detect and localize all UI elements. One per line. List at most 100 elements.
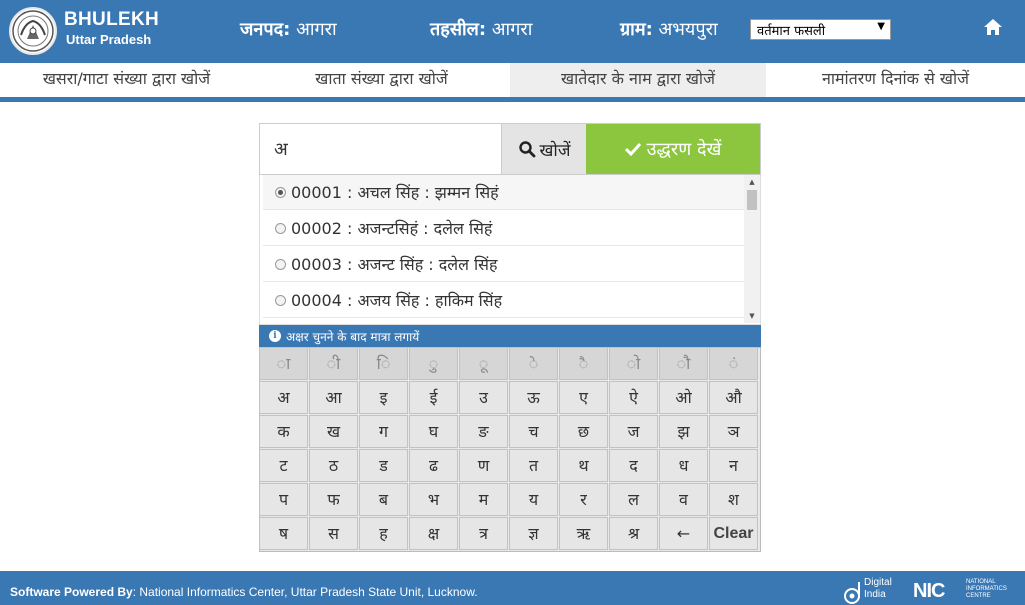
letter-key[interactable]: ह bbox=[359, 517, 408, 550]
radio[interactable] bbox=[275, 294, 286, 306]
letter-key[interactable]: ख bbox=[309, 415, 358, 448]
backspace-arrow-icon[interactable]: ← bbox=[659, 517, 708, 550]
matra-key[interactable]: ा bbox=[259, 347, 308, 380]
up-emblem-logo[interactable] bbox=[9, 7, 57, 55]
letter-key[interactable]: ई bbox=[409, 381, 458, 414]
results-scrollbar[interactable]: ▲ ▼ bbox=[744, 175, 760, 323]
radio-selected[interactable] bbox=[275, 186, 286, 198]
letter-key[interactable]: श bbox=[709, 483, 758, 516]
letter-key[interactable]: न bbox=[709, 449, 758, 482]
di-line1: Digital bbox=[864, 577, 892, 588]
letter-key[interactable]: इ bbox=[359, 381, 408, 414]
letter-key[interactable]: व bbox=[659, 483, 708, 516]
scroll-down-arrow-icon[interactable]: ▼ bbox=[744, 309, 760, 323]
letter-key[interactable]: ड bbox=[359, 449, 408, 482]
season-select[interactable]: वर्तमान फसली ▼ bbox=[750, 19, 891, 40]
matra-key[interactable]: ु bbox=[409, 347, 458, 380]
letter-key[interactable]: छ bbox=[559, 415, 608, 448]
digital-india-text: Digital India bbox=[864, 577, 892, 601]
letter-key[interactable]: ऐ bbox=[609, 381, 658, 414]
tehsil-info: तहसील: आगरा bbox=[430, 17, 532, 41]
brand: BHULEKH Uttar Pradesh bbox=[64, 9, 159, 47]
letter-key[interactable]: फ bbox=[309, 483, 358, 516]
letter-key[interactable]: ओ bbox=[659, 381, 708, 414]
matra-key[interactable]: ौ bbox=[659, 347, 708, 380]
letter-key[interactable]: ङ bbox=[459, 415, 508, 448]
matra-key[interactable]: ै bbox=[559, 347, 608, 380]
letter-key[interactable]: ब bbox=[359, 483, 408, 516]
district-label: जनपद: bbox=[240, 19, 291, 40]
matra-key[interactable]: ं bbox=[709, 347, 758, 380]
letter-key[interactable]: क्ष bbox=[409, 517, 458, 550]
letter-key[interactable]: भ bbox=[409, 483, 458, 516]
letter-key[interactable]: त्र bbox=[459, 517, 508, 550]
owner-name-input[interactable] bbox=[260, 124, 501, 174]
search-row: खोजें उद्धरण देखें bbox=[259, 123, 761, 175]
letter-key[interactable]: ज bbox=[609, 415, 658, 448]
letter-key[interactable]: य bbox=[509, 483, 558, 516]
dropdown-arrow-icon: ▼ bbox=[877, 21, 885, 32]
letter-key[interactable]: ठ bbox=[309, 449, 358, 482]
letter-key[interactable]: ध bbox=[659, 449, 708, 482]
view-extract-button[interactable]: उद्धरण देखें bbox=[586, 124, 760, 174]
letter-key[interactable]: घ bbox=[409, 415, 458, 448]
letter-key[interactable]: ऋ bbox=[559, 517, 608, 550]
letter-key[interactable]: प bbox=[259, 483, 308, 516]
letter-key[interactable]: ज्ञ bbox=[509, 517, 558, 550]
letter-key[interactable]: ण bbox=[459, 449, 508, 482]
season-selected-value: वर्तमान फसली bbox=[757, 24, 826, 39]
tab-owner-name-search[interactable]: खातेदार के नाम द्वारा खोजें bbox=[510, 63, 766, 97]
brand-title: BHULEKH bbox=[64, 9, 159, 30]
letter-key[interactable]: आ bbox=[309, 381, 358, 414]
letter-key[interactable]: त bbox=[509, 449, 558, 482]
search-button[interactable]: खोजें bbox=[501, 124, 586, 174]
scroll-up-arrow-icon[interactable]: ▲ bbox=[744, 175, 760, 189]
letter-key[interactable]: औ bbox=[709, 381, 758, 414]
scrollbar-thumb[interactable] bbox=[747, 190, 757, 210]
letter-key[interactable]: ञ bbox=[709, 415, 758, 448]
letter-key[interactable]: अ bbox=[259, 381, 308, 414]
matra-key[interactable]: ू bbox=[459, 347, 508, 380]
letter-key[interactable]: म bbox=[459, 483, 508, 516]
nic-logo: NIC bbox=[913, 580, 945, 602]
tab-khata-search[interactable]: खाता संख्या द्वारा खोजें bbox=[253, 63, 510, 97]
matra-key[interactable]: ी bbox=[309, 347, 358, 380]
tab-mutation-date-search[interactable]: नामांतरण दिनांक से खोजें bbox=[766, 63, 1025, 97]
letter-key[interactable]: क bbox=[259, 415, 308, 448]
village-label: ग्राम: bbox=[620, 19, 653, 40]
letter-key[interactable]: ल bbox=[609, 483, 658, 516]
hindi-keyboard: ाीिुूेैोौं अ आ इ ई उ ऊ ए ऐ ओ औ क ख ग घ ङ च छ ज झ ञ ट ठ ड ढ ण त थ द ध न… bbox=[259, 347, 761, 552]
results-list: 00001 : अचल सिंह : झम्मन सिहं 00002 : अज… bbox=[259, 175, 761, 325]
home-icon[interactable] bbox=[982, 16, 1004, 38]
info-icon: i bbox=[269, 330, 281, 342]
matra-key[interactable]: े bbox=[509, 347, 558, 380]
letter-key[interactable]: ट bbox=[259, 449, 308, 482]
tehsil-value: आगरा bbox=[491, 19, 533, 40]
village-value: अभयपुरा bbox=[658, 19, 718, 40]
letter-key[interactable]: ष bbox=[259, 517, 308, 550]
letter-key[interactable]: र bbox=[559, 483, 608, 516]
letter-key[interactable]: थ bbox=[559, 449, 608, 482]
keyboard-hint: i अक्षर चुनने के बाद मात्रा लगायें bbox=[259, 325, 761, 347]
clear-key[interactable]: Clear bbox=[709, 517, 758, 550]
radio[interactable] bbox=[275, 258, 286, 270]
letter-key[interactable]: द bbox=[609, 449, 658, 482]
letter-key[interactable]: ढ bbox=[409, 449, 458, 482]
list-item[interactable]: 00002 : अजन्टसिहं : दलेल सिहं bbox=[263, 211, 744, 246]
letter-key[interactable]: ग bbox=[359, 415, 408, 448]
list-item[interactable]: 00001 : अचल सिंह : झम्मन सिहं bbox=[263, 175, 744, 210]
letter-key[interactable]: उ bbox=[459, 381, 508, 414]
powered-text: : National Informatics Center, Uttar Pra… bbox=[132, 585, 478, 599]
list-item[interactable]: 00003 : अजन्ट सिंह : दलेल सिंह bbox=[263, 247, 744, 282]
list-item[interactable]: 00004 : अजय सिंह : हाकिम सिंह bbox=[263, 283, 744, 318]
letter-key[interactable]: च bbox=[509, 415, 558, 448]
tab-khasra-search[interactable]: खसरा/गाटा संख्या द्वारा खोजें bbox=[0, 63, 253, 97]
letter-key[interactable]: श्र bbox=[609, 517, 658, 550]
radio[interactable] bbox=[275, 222, 286, 234]
letter-key[interactable]: स bbox=[309, 517, 358, 550]
letter-key[interactable]: ऊ bbox=[509, 381, 558, 414]
letter-key[interactable]: झ bbox=[659, 415, 708, 448]
matra-key[interactable]: ि bbox=[359, 347, 408, 380]
matra-key[interactable]: ो bbox=[609, 347, 658, 380]
letter-key[interactable]: ए bbox=[559, 381, 608, 414]
